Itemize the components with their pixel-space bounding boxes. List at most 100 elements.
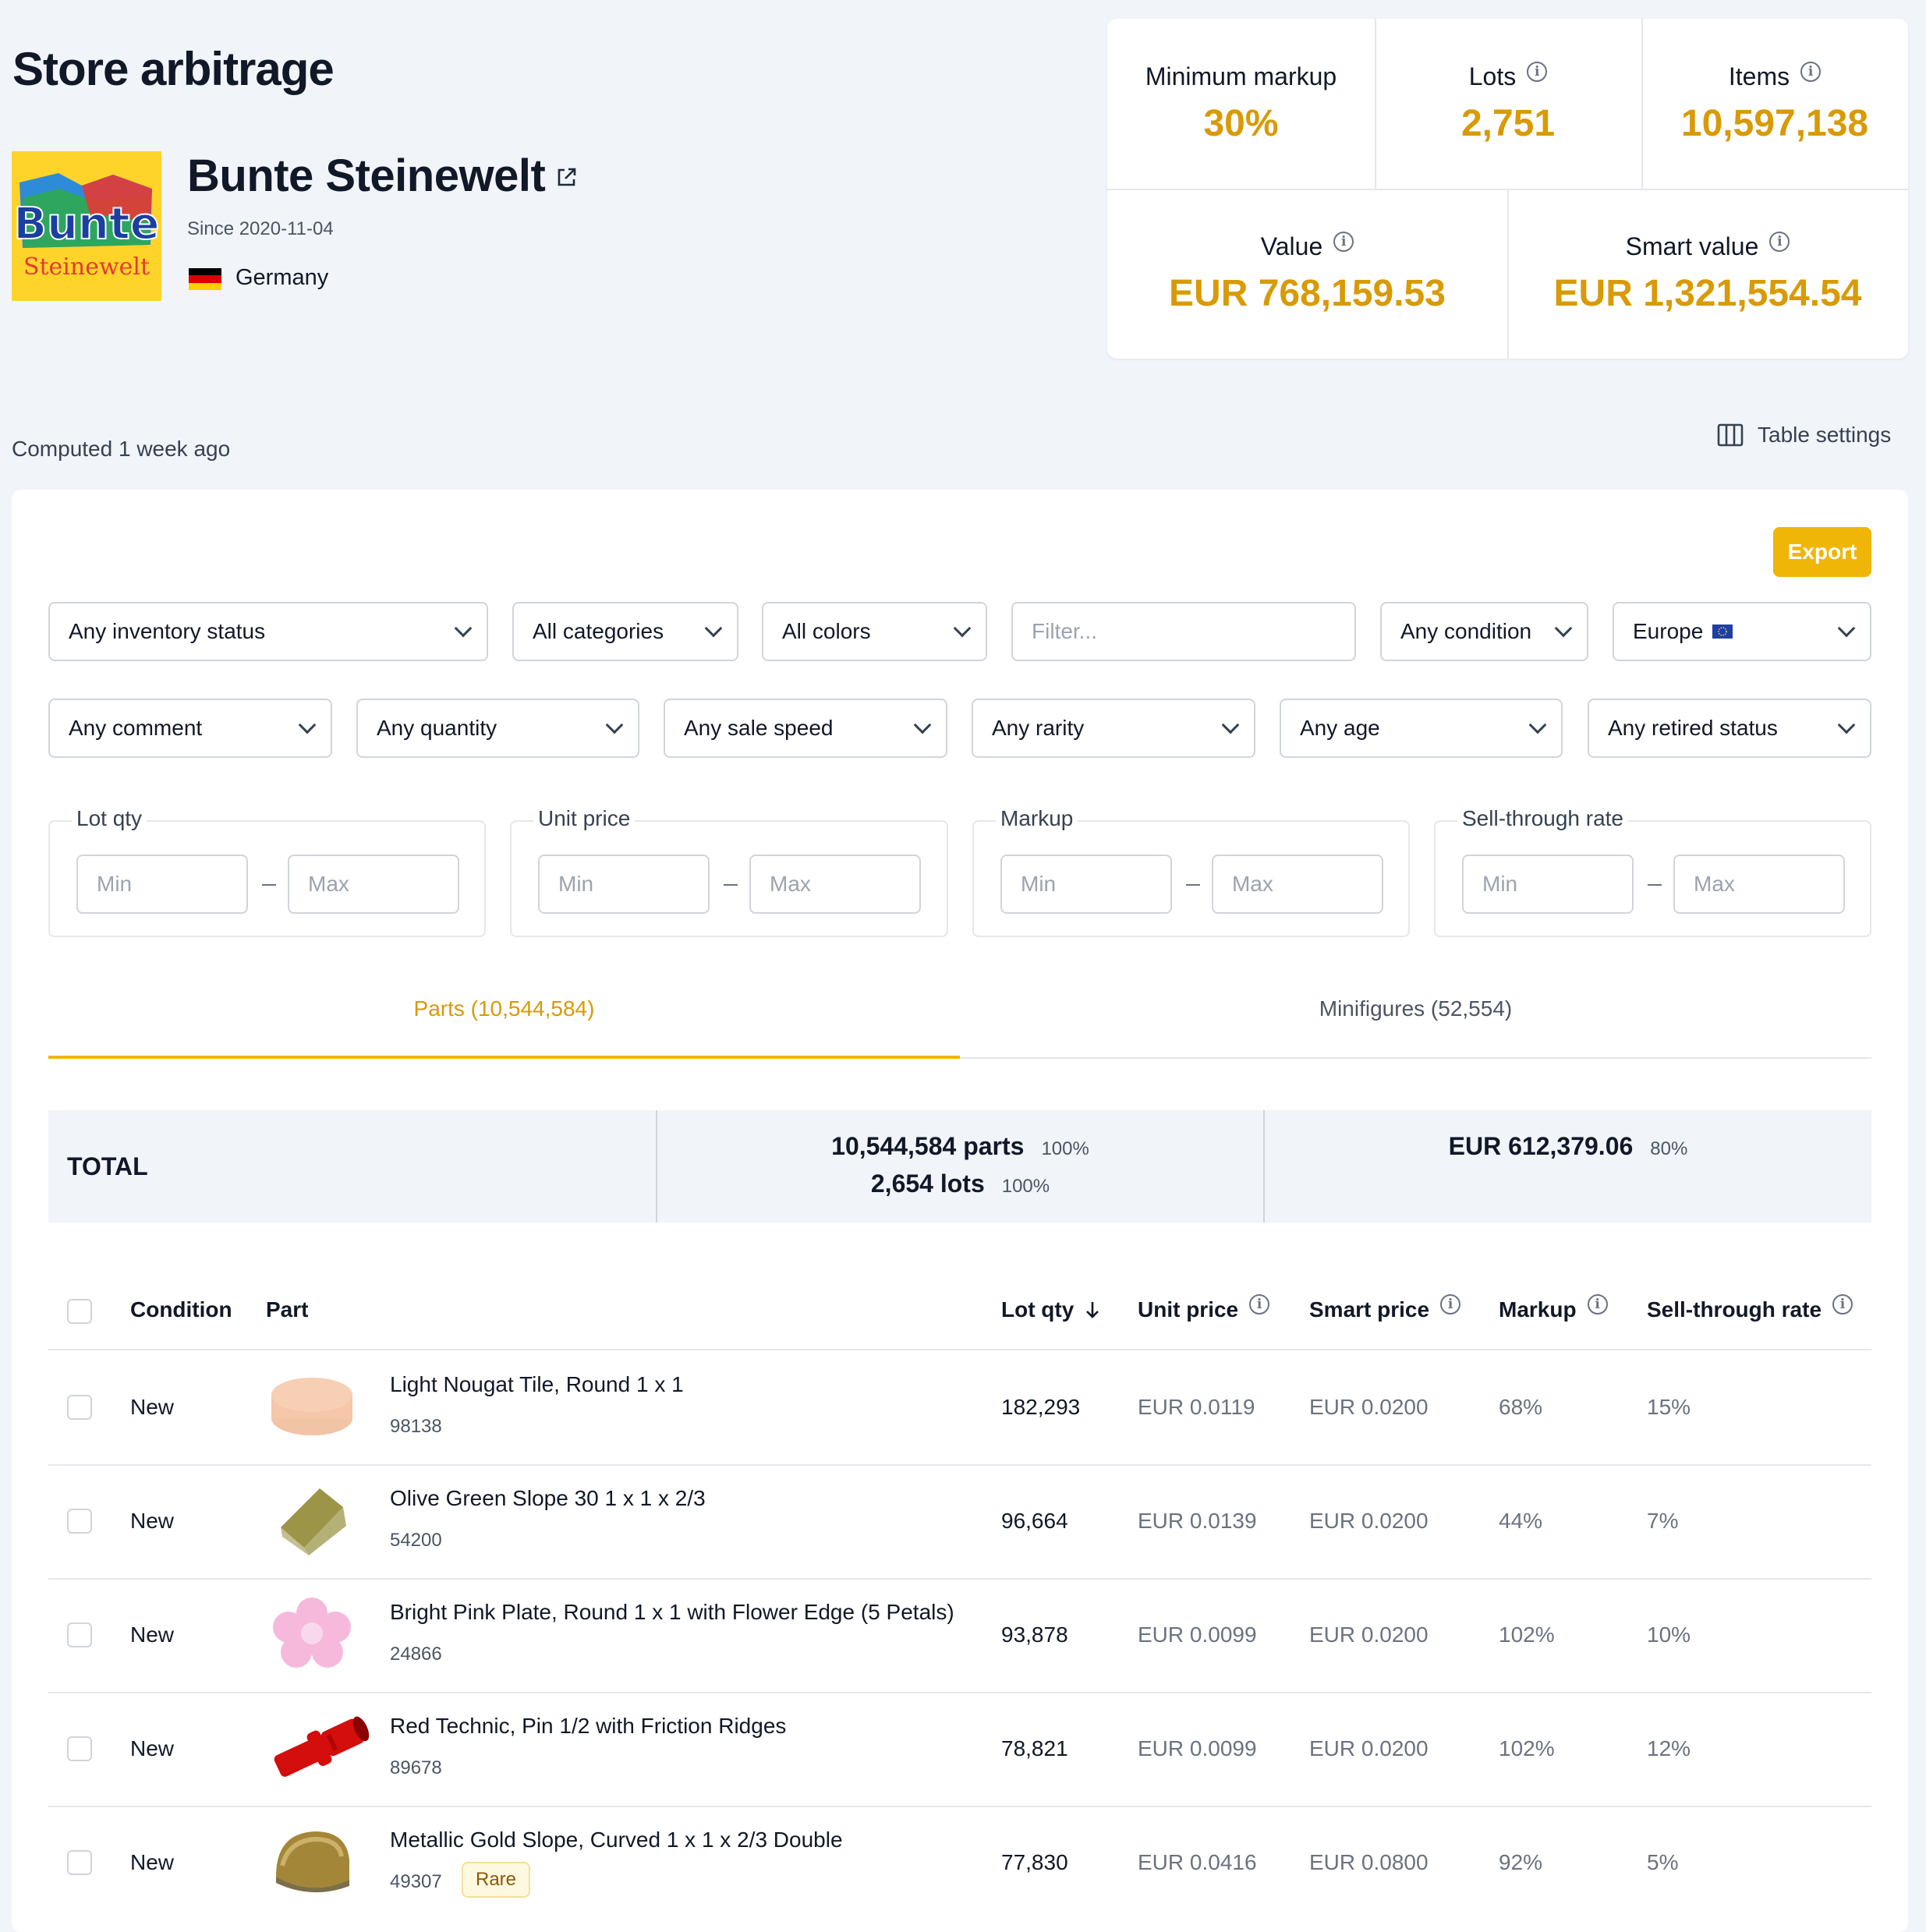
- part-image: [265, 1594, 359, 1676]
- total-parts-pct: 100%: [1041, 1138, 1089, 1159]
- info-icon[interactable]: i: [1832, 1294, 1853, 1315]
- total-bar: [48, 1110, 1871, 1223]
- age-select[interactable]: Any age: [1280, 699, 1563, 758]
- total-parts-count: 10,544,584 parts: [831, 1132, 1025, 1160]
- part-name-link[interactable]: Light Nougat Tile, Round 1 x 1: [390, 1372, 684, 1397]
- column-sell-through[interactable]: Sell-through rate i: [1647, 1294, 1853, 1322]
- tab-parts[interactable]: Parts (10,544,584): [48, 996, 960, 1021]
- part-name-link[interactable]: Metallic Gold Slope, Curved 1 x 1 x 2/3 …: [390, 1828, 843, 1852]
- column-part[interactable]: Part: [266, 1297, 308, 1322]
- row-checkbox[interactable]: [67, 1736, 92, 1761]
- select-value: Europe: [1633, 619, 1733, 644]
- export-button[interactable]: Export: [1773, 527, 1871, 577]
- sell-through-range: Sell-through rate Min Max: [1434, 806, 1871, 937]
- sell-through-min-input[interactable]: Min: [1462, 855, 1634, 914]
- select-value: All colors: [782, 619, 871, 643]
- stat-value: Value i EUR 768,159.53: [1107, 189, 1507, 359]
- row-divider: [48, 1806, 1871, 1807]
- chevron-down-icon: [605, 716, 624, 734]
- tab-minifigures[interactable]: Minifigures (52,554): [960, 996, 1871, 1021]
- column-markup[interactable]: Markup i: [1499, 1294, 1608, 1322]
- info-icon[interactable]: i: [1440, 1294, 1461, 1315]
- external-link-icon[interactable]: [555, 165, 579, 189]
- row-checkbox[interactable]: [67, 1395, 92, 1420]
- unit-price-max-input[interactable]: Max: [749, 855, 921, 914]
- part-number: 89678: [390, 1757, 442, 1778]
- markup-min-input[interactable]: Min: [1000, 855, 1172, 914]
- row-markup: 102%: [1499, 1736, 1555, 1760]
- unit-price-min-input[interactable]: Min: [538, 855, 710, 914]
- range-label: Lot qty: [72, 806, 147, 831]
- column-smart-price[interactable]: Smart price i: [1309, 1294, 1461, 1322]
- info-icon[interactable]: i: [1800, 61, 1822, 82]
- quantity-select[interactable]: Any quantity: [356, 699, 639, 758]
- total-lots: 2,654 lots 100%: [657, 1169, 1263, 1198]
- stat-value: 2,751: [1460, 103, 1556, 144]
- filter-input[interactable]: Filter...: [1011, 602, 1356, 661]
- logo-text-top: Bunte: [13, 199, 159, 249]
- row-checkbox[interactable]: [67, 1509, 92, 1534]
- store-name: Bunte Steinewelt: [187, 150, 546, 201]
- info-icon[interactable]: i: [1527, 61, 1548, 82]
- stat-items: Items i 10,597,138: [1641, 19, 1908, 189]
- part-name-link[interactable]: Olive Green Slope 30 1 x 1 x 2/3: [390, 1486, 706, 1511]
- retired-status-select[interactable]: Any retired status: [1588, 699, 1871, 758]
- chevron-down-icon: [913, 716, 932, 734]
- select-value: Any sale speed: [684, 716, 834, 740]
- column-label: Markup: [1499, 1297, 1577, 1322]
- info-icon[interactable]: i: [1333, 231, 1354, 252]
- row-unit-price: EUR 0.0139: [1138, 1509, 1257, 1533]
- row-divider: [48, 1578, 1871, 1580]
- column-label: Part: [266, 1297, 309, 1322]
- chevron-down-icon: [1837, 716, 1856, 734]
- stat-value: 10,597,138: [1680, 103, 1869, 144]
- column-condition[interactable]: Condition: [130, 1297, 232, 1322]
- part-number: 98138: [390, 1416, 442, 1437]
- sell-through-max-input[interactable]: Max: [1673, 855, 1845, 914]
- total-lots-count: 2,654 lots: [870, 1169, 985, 1198]
- stat-label: Smart value: [1625, 232, 1759, 260]
- computed-time: Computed 1 week ago: [12, 437, 231, 461]
- range-dash: [1186, 884, 1200, 886]
- sale-speed-select[interactable]: Any sale speed: [664, 699, 947, 758]
- select-all-checkbox[interactable]: [67, 1299, 92, 1324]
- rarity-select[interactable]: Any rarity: [972, 699, 1255, 758]
- part-image: [265, 1367, 359, 1449]
- row-condition: New: [130, 1850, 175, 1874]
- comment-select[interactable]: Any comment: [48, 699, 332, 758]
- part-name-link[interactable]: Red Technic, Pin 1/2 with Friction Ridge…: [390, 1714, 786, 1739]
- column-label: Sell-through rate: [1647, 1297, 1822, 1322]
- info-icon[interactable]: i: [1769, 231, 1790, 252]
- table-settings-button[interactable]: Table settings: [1717, 423, 1891, 448]
- info-icon[interactable]: i: [1249, 1294, 1270, 1315]
- part-name-link[interactable]: Bright Pink Plate, Round 1 x 1 with Flow…: [390, 1600, 954, 1625]
- categories-select[interactable]: All categories: [512, 602, 738, 661]
- select-value: Any inventory status: [69, 619, 266, 643]
- lot-qty-max-input[interactable]: Max: [288, 855, 459, 914]
- range-label: Sell-through rate: [1457, 806, 1629, 831]
- inventory-status-select[interactable]: Any inventory status: [48, 602, 488, 661]
- markup-range: Markup Min Max: [972, 806, 1410, 937]
- eu-flag-icon: [1712, 625, 1733, 639]
- column-unit-price[interactable]: Unit price i: [1138, 1294, 1270, 1322]
- row-sell-through: 10%: [1647, 1622, 1691, 1647]
- lot-qty-min-input[interactable]: Min: [76, 855, 248, 914]
- row-checkbox[interactable]: [67, 1622, 92, 1647]
- row-checkbox[interactable]: [67, 1850, 92, 1875]
- chevron-down-icon: [1837, 619, 1856, 638]
- row-lot-qty: 96,664: [1001, 1509, 1068, 1533]
- condition-select[interactable]: Any condition: [1380, 602, 1588, 661]
- range-label: Unit price: [533, 806, 636, 831]
- row-condition: New: [130, 1736, 175, 1760]
- select-value: All categories: [533, 619, 664, 643]
- region-select[interactable]: Europe: [1613, 602, 1871, 661]
- colors-select[interactable]: All colors: [762, 602, 987, 661]
- row-sell-through: 12%: [1647, 1736, 1691, 1760]
- part-image: [265, 1481, 359, 1562]
- info-icon[interactable]: i: [1587, 1294, 1608, 1315]
- region-label: Europe: [1633, 619, 1704, 643]
- markup-max-input[interactable]: Max: [1212, 855, 1383, 914]
- column-lot-qty[interactable]: Lot qty: [1001, 1297, 1100, 1322]
- range-dash: [262, 884, 276, 886]
- total-label: TOTAL: [67, 1152, 148, 1180]
